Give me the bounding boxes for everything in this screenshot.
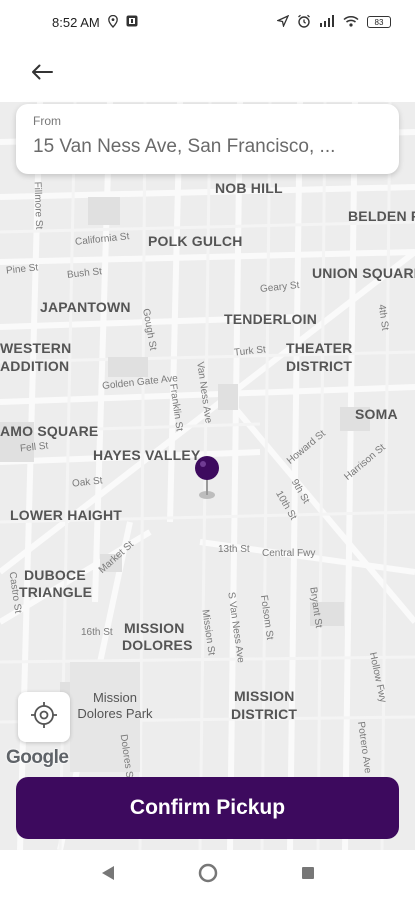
- back-button[interactable]: [24, 60, 60, 88]
- my-location-icon: [29, 700, 59, 735]
- nav-back-button[interactable]: [93, 860, 123, 890]
- street-label: 16th St: [81, 627, 113, 638]
- notification-icon: [126, 15, 138, 29]
- map-label-soma: SOMA: [355, 406, 398, 422]
- map-label-tenderloin: TENDERLOIN: [224, 311, 317, 327]
- my-location-button[interactable]: [18, 692, 70, 742]
- battery-icon: 83: [367, 16, 391, 28]
- map-pin-icon: [193, 453, 225, 503]
- map-label-triangle: TRIANGLE: [19, 584, 93, 600]
- status-left: 8:52 AM: [52, 14, 138, 30]
- header: [0, 44, 415, 102]
- map-label-mission-district: DISTRICT: [231, 706, 298, 722]
- map-label-nob-hill: NOB HILL: [215, 180, 283, 196]
- system-nav-bar: [0, 850, 415, 900]
- status-bar: 8:52 AM 83: [0, 0, 415, 44]
- back-arrow-icon: [31, 64, 53, 85]
- street-label: Fillmore St: [31, 181, 45, 230]
- map-label-mission-2: MISSION: [234, 688, 295, 704]
- map-label-belden: BELDEN P: [348, 208, 415, 224]
- map-label-duboce: DUBOCE: [24, 567, 86, 583]
- map-label-union-square: UNION SQUARE: [312, 265, 415, 281]
- street-label: 13th St: [218, 544, 250, 555]
- status-time: 8:52 AM: [52, 14, 100, 30]
- park-label: Mission Dolores Park: [77, 690, 153, 721]
- nav-recents-button[interactable]: [293, 860, 323, 890]
- map-label-polk-gulch: POLK GULCH: [148, 233, 243, 249]
- map-label-theater-district: DISTRICT: [286, 358, 353, 374]
- street-label: Central Fwy: [262, 548, 316, 559]
- location-icon: [107, 14, 118, 30]
- from-field[interactable]: From 15 Van Ness Ave, San Francisco, ...: [16, 104, 399, 174]
- map-label-theater: THEATER: [286, 340, 353, 356]
- alarm-icon: [297, 14, 311, 30]
- status-right: 83: [275, 14, 391, 30]
- map-label-dolores: DOLORES: [122, 637, 193, 653]
- nav-home-button[interactable]: [193, 860, 223, 890]
- from-address-value[interactable]: 15 Van Ness Ave, San Francisco, ...: [33, 136, 363, 158]
- from-label: From: [33, 114, 61, 128]
- navigation-icon: [275, 14, 290, 29]
- map-label-alamo-square: AMO SQUARE: [0, 423, 99, 439]
- map-label-western: WESTERN: [0, 340, 72, 356]
- map-label-hayes-valley: HAYES VALLEY: [93, 447, 201, 463]
- nav-recents-icon: [301, 866, 315, 885]
- signal-icon: [319, 15, 335, 29]
- map-label-lower-haight: LOWER HAIGHT: [10, 507, 123, 523]
- map-label-mission: MISSION: [124, 620, 185, 636]
- map-label-addition: ADDITION: [0, 358, 70, 374]
- map-label-japantown: JAPANTOWN: [40, 299, 131, 315]
- nav-back-icon: [101, 865, 115, 886]
- confirm-pickup-button[interactable]: Confirm Pickup: [16, 777, 399, 839]
- google-logo: Google: [6, 747, 69, 768]
- wifi-icon: [343, 15, 359, 29]
- battery-level: 83: [374, 17, 384, 27]
- nav-home-icon: [198, 863, 218, 888]
